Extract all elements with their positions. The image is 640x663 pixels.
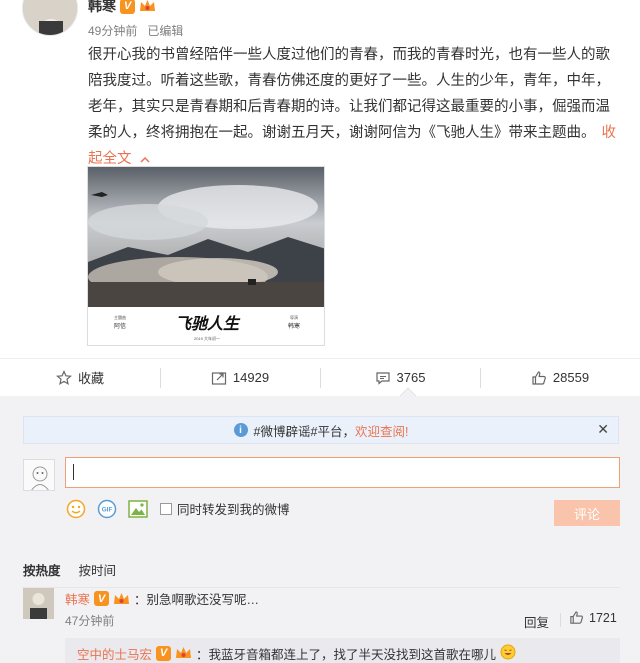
commenter-avatar[interactable] <box>23 588 54 619</box>
chevron-up-icon <box>140 156 150 163</box>
thumbs-up-icon <box>570 611 583 624</box>
verified-v-icon: V <box>120 0 135 14</box>
comment-like-button[interactable]: 1721 <box>569 610 617 625</box>
comment-like-count: 1721 <box>589 610 617 625</box>
poster-credit-right-small: 導演 <box>290 314 298 320</box>
my-avatar <box>23 459 55 491</box>
sub-reply-user[interactable]: 空中的士马宏 <box>77 644 152 663</box>
repost-icon <box>211 371 227 385</box>
tab-sort-hot[interactable]: 按热度 <box>23 560 61 579</box>
composer-toolbar: GIF 同时转发到我的微博 <box>65 498 290 519</box>
poster-title: 飞驰人生 <box>175 314 241 333</box>
edited-label[interactable]: 已编辑 <box>147 22 183 39</box>
poster-credit-right: 韩寒 <box>288 322 300 330</box>
info-icon: i <box>233 423 248 437</box>
comment-count: 3765 <box>396 370 426 385</box>
gif-icon[interactable]: GIF <box>96 498 117 519</box>
comment-time: 47分钟前 <box>65 614 115 628</box>
post-time[interactable]: 49分钟前 <box>88 22 137 39</box>
emoji-icon[interactable] <box>65 498 86 519</box>
comment-button[interactable]: 3765 <box>320 359 480 396</box>
forward-label: 同时转发到我的微博 <box>177 503 290 517</box>
verified-v-icon: V <box>156 645 172 661</box>
like-count: 28559 <box>552 370 590 385</box>
poster-credit-left: 阿信 <box>114 322 126 330</box>
divider <box>560 613 561 627</box>
comment-input[interactable] <box>65 457 620 488</box>
forward-option[interactable]: 同时转发到我的微博 <box>160 499 290 518</box>
text-cursor <box>73 464 74 480</box>
thumbs-up-icon <box>532 370 546 385</box>
author-name[interactable]: 韩寒 <box>88 0 116 16</box>
vip-crown-icon <box>139 0 156 14</box>
smile-emoji-icon <box>500 644 516 663</box>
notice-text: #微博辟谣#平台， <box>253 424 355 439</box>
repost-count: 14929 <box>232 370 270 385</box>
comment-icon <box>375 371 390 385</box>
star-icon <box>56 369 72 385</box>
reply-button[interactable]: 回复 <box>524 612 549 631</box>
sub-reply-text: ：我蓝牙音箱都连上了，找了半天没找到这首歌在哪儿 <box>196 647 497 662</box>
author-avatar[interactable] <box>22 0 78 36</box>
comment-text: ：别急啊歌还没写呢… <box>134 593 260 607</box>
post-image[interactable]: 主題曲 阿信 飞驰人生 2019 大年初一 導演 韩寒 <box>87 166 325 346</box>
sort-tabs: 按热度 按时间 <box>23 560 620 588</box>
vip-crown-icon <box>113 591 130 606</box>
post-body: 很开心我的书曾经陪伴一些人度过他们的青春，而我的青春时光，也有一些人的歌陪我度过… <box>88 42 618 172</box>
comment-user[interactable]: 韩寒 <box>65 589 90 608</box>
svg-text:GIF: GIF <box>101 506 112 513</box>
poster-date: 2019 大年初一 <box>194 335 220 341</box>
poster-credit-left-small: 主題曲 <box>114 314 126 320</box>
sub-reply: 空中的士马宏 V ：我蓝牙音箱都连上了，找了半天没找到这首歌在哪儿 <box>65 638 620 663</box>
favorite-label: 收藏 <box>77 371 104 386</box>
favorite-button[interactable]: 收藏 <box>0 359 160 396</box>
tab-sort-time[interactable]: 按时间 <box>79 560 117 579</box>
comment-item: 韩寒 V ：别急啊歌还没写呢… <box>65 589 259 608</box>
verified-v-icon: V <box>94 591 110 606</box>
post-text: 很开心我的书曾经陪伴一些人度过他们的青春，而我的青春时光，也有一些人的歌陪我度过… <box>88 47 610 141</box>
image-icon[interactable] <box>127 498 148 519</box>
like-button[interactable]: 28559 <box>480 359 640 396</box>
close-icon[interactable]: ✕ <box>597 421 609 438</box>
vip-crown-icon <box>175 646 192 661</box>
action-bar: 收藏 14929 3765 28559 <box>0 358 640 396</box>
notice-link[interactable]: 欢迎查阅! <box>355 421 408 440</box>
rumor-notice[interactable]: i #微博辟谣#平台， 欢迎查阅! ✕ <box>23 416 619 444</box>
repost-button[interactable]: 14929 <box>160 359 320 396</box>
forward-checkbox[interactable] <box>160 502 172 515</box>
submit-comment-button[interactable]: 评论 <box>554 500 620 526</box>
